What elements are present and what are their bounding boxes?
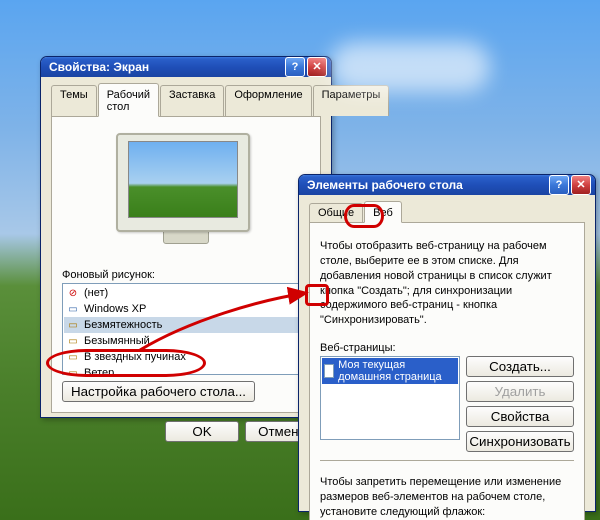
dialog-buttons: OK Отмена (51, 413, 321, 444)
list-item-label: Ветер (84, 367, 114, 375)
delete-button[interactable]: Удалить (466, 381, 574, 402)
list-item[interactable]: ▭ В звездных пучинах (64, 349, 308, 365)
list-item-label: Безымянный (84, 335, 150, 347)
tab-themes[interactable]: Темы (51, 85, 97, 116)
tab-screensaver[interactable]: Заставка (160, 85, 224, 116)
tab-appearance[interactable]: Оформление (225, 85, 311, 116)
properties-button[interactable]: Свойства (466, 406, 574, 427)
synchronize-button[interactable]: Синхронизовать (466, 431, 574, 452)
tab-general[interactable]: Общие (309, 203, 363, 222)
titlebar[interactable]: Свойства: Экран ? ✕ (41, 57, 331, 77)
image-icon: ▭ (66, 302, 80, 316)
window-title: Элементы рабочего стола (307, 178, 463, 192)
desktop-items-window: Элементы рабочего стола ? ✕ Общие Веб Чт… (298, 174, 596, 512)
lock-description: Чтобы запретить перемещение или изменени… (320, 475, 574, 520)
list-item-label: (нет) (84, 287, 108, 299)
image-icon: ▭ (66, 334, 80, 348)
image-icon: ▭ (66, 318, 80, 332)
list-item[interactable]: ▭ Windows XP (64, 301, 308, 317)
list-item[interactable]: ▭ Безымянный (64, 333, 308, 349)
image-icon: ▭ (66, 350, 80, 364)
tab-desktop[interactable]: Рабочий стол (98, 83, 159, 117)
help-button[interactable]: ? (549, 175, 569, 195)
list-item-label: Безмятежность (84, 319, 162, 331)
monitor-preview (116, 133, 256, 253)
list-item-label: В звездных пучинах (84, 351, 186, 363)
tabstrip: Темы Рабочий стол Заставка Оформление Па… (51, 83, 321, 117)
close-button[interactable]: ✕ (307, 57, 327, 77)
window-title: Свойства: Экран (49, 60, 149, 74)
tabpanel-web: Чтобы отобразить веб-страницу на рабочем… (309, 223, 585, 520)
customize-desktop-button[interactable]: Настройка рабочего стола... (62, 381, 255, 402)
checkbox-icon[interactable] (324, 364, 334, 378)
ok-button[interactable]: OK (165, 421, 239, 442)
create-button[interactable]: Создать... (466, 356, 574, 377)
image-icon: ▭ (66, 366, 80, 375)
tabpanel-desktop: Фоновый рисунок: ⊘ (нет) ▭ Windows XP (51, 117, 321, 413)
titlebar[interactable]: Элементы рабочего стола ? ✕ (299, 175, 595, 195)
desktop-wallpaper: Свойства: Экран ? ✕ Темы Рабочий стол За… (0, 0, 600, 520)
list-item[interactable]: ▭ Безмятежность (64, 317, 308, 333)
list-item-label: Моя текущая домашняя страница (338, 359, 456, 383)
help-button[interactable]: ? (285, 57, 305, 77)
webpages-listbox[interactable]: Моя текущая домашняя страница (320, 356, 460, 440)
background-label: Фоновый рисунок: (62, 269, 310, 281)
tab-web[interactable]: Веб (364, 201, 402, 223)
description-text: Чтобы отобразить веб-страницу на рабочем… (320, 239, 574, 328)
background-listbox[interactable]: ⊘ (нет) ▭ Windows XP ▭ Безмятежность (62, 283, 310, 375)
none-icon: ⊘ (66, 286, 80, 300)
list-item[interactable]: ▭ Ветер (64, 365, 308, 375)
list-item[interactable]: ⊘ (нет) (64, 285, 308, 301)
tab-settings[interactable]: Параметры (313, 85, 390, 116)
display-properties-window: Свойства: Экран ? ✕ Темы Рабочий стол За… (40, 56, 332, 418)
close-button[interactable]: ✕ (571, 175, 591, 195)
list-item[interactable]: Моя текущая домашняя страница (322, 358, 458, 384)
tabstrip: Общие Веб (309, 201, 585, 223)
separator (320, 460, 574, 461)
list-item-label: Windows XP (84, 303, 146, 315)
webpages-label: Веб-страницы: (320, 342, 574, 354)
